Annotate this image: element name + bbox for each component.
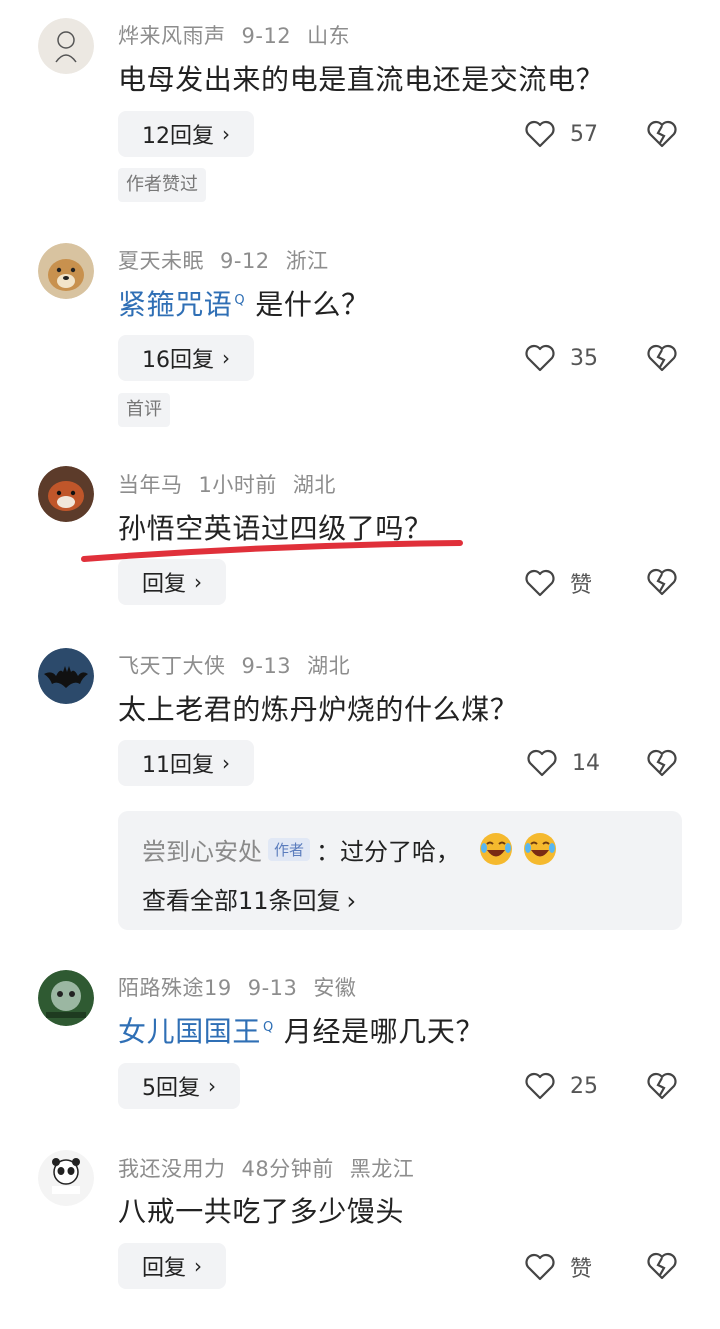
- like-button[interactable]: 57: [524, 119, 598, 149]
- comment-meta: 当年马 1小时前 湖北: [118, 469, 352, 499]
- reply-button[interactable]: 回复 ›: [118, 1243, 227, 1289]
- reply-label: 回复: [142, 572, 187, 597]
- first-comment-tag: 首评: [118, 393, 170, 427]
- chevron-right-icon: ›: [222, 122, 230, 146]
- reply-button[interactable]: 12回复 ›: [118, 111, 254, 157]
- like-count: 57: [570, 121, 598, 147]
- avatar[interactable]: [38, 648, 94, 704]
- username[interactable]: 烨来风雨声: [118, 24, 226, 48]
- avatar[interactable]: [38, 243, 94, 299]
- like-button[interactable]: 14: [526, 748, 600, 778]
- reply-button[interactable]: 11回复 ›: [118, 740, 254, 786]
- reply-label: 11回复: [142, 753, 214, 778]
- comment-meta: 烨来风雨声 9-12 山东: [118, 20, 366, 50]
- search-link[interactable]: 紧箍咒语: [118, 288, 232, 321]
- reply-label: 回复: [142, 1256, 187, 1281]
- comment-text-rest: 月经是哪几天？: [283, 1015, 485, 1048]
- heart-icon: [525, 1253, 555, 1281]
- comment-meta: 陌路殊途19 9-13 安徽: [118, 972, 372, 1002]
- sub-reply-text: ：过分了哈，: [316, 837, 461, 866]
- broken-heart-icon[interactable]: [646, 343, 678, 373]
- red-underline-annotation: [81, 540, 463, 562]
- heart-icon: [525, 120, 555, 148]
- like-count: 25: [570, 1073, 598, 1099]
- chevron-right-icon: ›: [194, 570, 203, 594]
- comment-meta: 飞天丁大侠 9-13 湖北: [118, 650, 366, 680]
- comment-location: 黑龙江: [349, 1157, 415, 1181]
- comment-location: 湖北: [307, 654, 351, 678]
- avatar[interactable]: [38, 970, 94, 1026]
- chevron-right-icon: ›: [208, 1074, 216, 1098]
- like-button[interactable]: 赞: [524, 1251, 592, 1283]
- reply-button[interactable]: 回复 ›: [118, 559, 227, 605]
- broken-heart-icon[interactable]: [646, 1251, 678, 1281]
- chevron-right-icon: ›: [194, 1254, 203, 1278]
- heart-icon: [525, 1072, 555, 1100]
- sub-reply-username[interactable]: 尝到心安处: [142, 832, 262, 867]
- reply-label: 12回复: [142, 124, 214, 149]
- comment-date: 9-13: [247, 976, 298, 1000]
- broken-heart-icon[interactable]: [646, 119, 678, 149]
- reply-button[interactable]: 5回复 ›: [118, 1063, 240, 1109]
- comment-meta: 夏天未眠 9-12 浙江: [118, 245, 345, 275]
- username[interactable]: 我还没用力: [118, 1157, 226, 1181]
- author-badge: 作者: [268, 837, 311, 861]
- like-count: 35: [570, 345, 598, 371]
- search-icon[interactable]: Q: [263, 1020, 274, 1035]
- comment-location: 浙江: [285, 249, 329, 273]
- comment-date: 1小时前: [198, 473, 277, 497]
- heart-icon: [525, 344, 555, 372]
- username[interactable]: 当年马: [118, 473, 183, 497]
- chevron-right-icon: ›: [222, 346, 230, 370]
- username[interactable]: 夏天未眠: [118, 249, 204, 273]
- broken-heart-icon[interactable]: [646, 1071, 678, 1101]
- avatar[interactable]: [38, 466, 94, 522]
- comment-date: 9-12: [220, 249, 270, 273]
- comment-location: 湖北: [292, 473, 336, 497]
- comment-text: 紧箍咒语 Q 是什么？: [118, 283, 370, 323]
- comment-text[interactable]: 八戒一共吃了多少馒头: [118, 1190, 404, 1230]
- comment-location: 山东: [307, 24, 351, 48]
- chevron-right-icon: ›: [346, 887, 357, 915]
- broken-heart-icon[interactable]: [646, 567, 678, 597]
- comment-meta: 我还没用力 48分钟前 黑龙江: [118, 1153, 430, 1183]
- search-link[interactable]: 女儿国国王: [118, 1015, 261, 1048]
- view-all-replies-link[interactable]: 查看全部11条回复 ›: [142, 881, 356, 916]
- author-liked-tag: 作者赞过: [118, 168, 206, 202]
- comment-date: 9-13: [241, 654, 292, 678]
- like-button[interactable]: 25: [524, 1071, 598, 1101]
- comment-text[interactable]: 电母发出来的电是直流电还是交流电？: [118, 58, 604, 98]
- reply-label: 16回复: [142, 348, 214, 373]
- comment-date: 48分钟前: [241, 1157, 334, 1181]
- sub-reply-box[interactable]: 尝到心安处 作者 ：过分了哈， 查看全部11条回复 ›: [118, 811, 682, 930]
- broken-heart-icon[interactable]: [646, 748, 678, 778]
- laughing-crying-emoji-icon: [524, 833, 557, 865]
- avatar[interactable]: [38, 1150, 94, 1206]
- like-count: 赞: [570, 573, 593, 598]
- chevron-right-icon: ›: [222, 751, 230, 775]
- comment-location: 安徽: [313, 976, 357, 1000]
- heart-icon: [525, 569, 555, 597]
- view-all-label: 查看全部11条回复: [142, 887, 341, 915]
- sub-reply-line: 尝到心安处 作者 ：过分了哈，: [142, 831, 558, 867]
- username[interactable]: 陌路殊途19: [118, 976, 232, 1000]
- reply-label: 5回复: [142, 1076, 200, 1101]
- like-button[interactable]: 35: [524, 343, 598, 373]
- like-button[interactable]: 赞: [524, 567, 592, 599]
- avatar[interactable]: [38, 18, 94, 74]
- heart-icon: [527, 749, 557, 777]
- like-count: 赞: [570, 1257, 593, 1282]
- laughing-crying-emoji-icon: [480, 833, 513, 865]
- username[interactable]: 飞天丁大侠: [118, 654, 226, 678]
- search-icon[interactable]: Q: [234, 293, 245, 308]
- like-count: 14: [572, 750, 600, 776]
- comment-text[interactable]: 太上老君的炼丹炉烧的什么煤？: [118, 688, 518, 728]
- comment-text-rest: 是什么？: [255, 288, 370, 321]
- reply-button[interactable]: 16回复 ›: [118, 335, 254, 381]
- comment-date: 9-12: [241, 24, 292, 48]
- comment-text: 女儿国国王 Q 月经是哪几天？: [118, 1010, 484, 1050]
